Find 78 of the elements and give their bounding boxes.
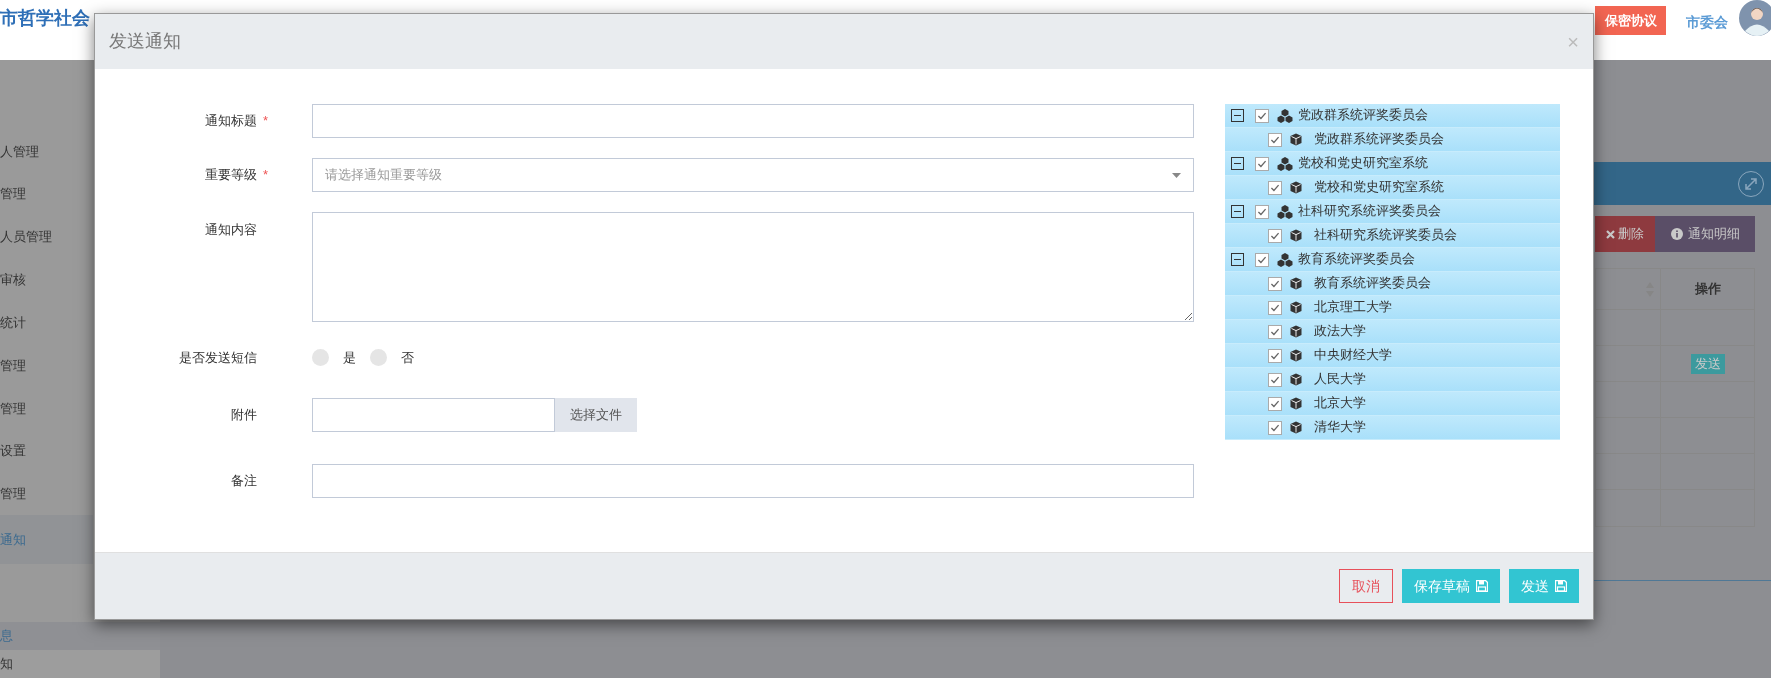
cube-icon: [1290, 373, 1302, 386]
checkbox[interactable]: [1268, 372, 1282, 387]
tree-item-label[interactable]: 清华大学: [1314, 418, 1366, 437]
collapse-icon[interactable]: [1231, 157, 1244, 170]
cubes-icon: [1277, 108, 1293, 123]
checkbox[interactable]: [1268, 348, 1282, 363]
checkbox[interactable]: [1268, 300, 1282, 315]
checkbox[interactable]: [1268, 276, 1282, 291]
file-name-field[interactable]: [312, 397, 555, 432]
collapse-icon[interactable]: [1231, 109, 1244, 122]
agreement-button[interactable]: 保密协议: [1595, 6, 1666, 35]
field-label: 是否发送短信: [179, 349, 257, 367]
select-field[interactable]: 请选择通知重要等级: [312, 158, 1194, 192]
delete-button[interactable]: 删除: [1595, 216, 1655, 252]
checkbox[interactable]: [1255, 108, 1269, 123]
info-icon: [1670, 228, 1683, 240]
cube-icon: [1290, 397, 1302, 410]
tree-item-label[interactable]: 北京理工大学: [1314, 298, 1392, 317]
required-mark: *: [263, 112, 269, 131]
checkbox[interactable]: [1255, 156, 1269, 171]
sidebar-item[interactable]: 管理: [0, 344, 93, 387]
cubes-icon: [1277, 252, 1293, 267]
save-icon: [1476, 580, 1488, 592]
cube-icon: [1290, 181, 1302, 194]
collapse-icon[interactable]: [1231, 205, 1244, 218]
tree-item-label[interactable]: 人民大学: [1314, 370, 1366, 389]
column-header: 操作: [1693, 280, 1722, 299]
checkbox[interactable]: [1255, 204, 1269, 219]
checkbox[interactable]: [1268, 180, 1282, 195]
cancel-button[interactable]: 取消: [1339, 569, 1393, 603]
radio-button[interactable]: [370, 349, 387, 367]
tree-item-label[interactable]: 中央财经大学: [1314, 346, 1392, 365]
sidebar-item[interactable]: 设置: [0, 429, 93, 473]
field-label: 通知标题: [205, 112, 257, 131]
field-label: 通知内容: [205, 221, 257, 239]
input-field[interactable]: [312, 104, 1194, 138]
required-mark: *: [263, 166, 269, 185]
checkbox[interactable]: [1268, 228, 1282, 243]
checkbox[interactable]: [1268, 396, 1282, 411]
avatar-icon[interactable]: [1737, 0, 1771, 38]
save-icon: [1555, 580, 1567, 592]
collapse-icon[interactable]: [1231, 253, 1244, 266]
checkbox[interactable]: [1255, 252, 1269, 267]
caret-icon: [1172, 172, 1181, 178]
field-label: 备注: [231, 471, 257, 490]
user-name[interactable]: 市委会: [1686, 11, 1728, 33]
sidebar-item[interactable]: 统计: [0, 301, 93, 345]
radio-label[interactable]: 是: [343, 348, 356, 368]
cubes-icon: [1277, 156, 1293, 171]
tree-item-label[interactable]: 政法大学: [1314, 322, 1366, 341]
detail-button[interactable]: 通知明细: [1655, 216, 1755, 252]
field-label: 重要等级: [205, 166, 257, 185]
sidebar-item[interactable]: 管理: [0, 386, 93, 430]
cubes-icon: [1277, 204, 1293, 219]
modal-title: 发送通知: [109, 30, 181, 53]
checkbox[interactable]: [1268, 132, 1282, 147]
sidebar-item[interactable]: 管理: [0, 472, 93, 516]
field-label: 附件: [231, 405, 257, 424]
cube-icon: [1290, 301, 1302, 314]
sidebar-item[interactable]: 管理: [0, 172, 93, 216]
sidebar-item[interactable]: 人管理: [0, 130, 93, 173]
cube-icon: [1290, 229, 1302, 242]
tree-item-label[interactable]: 北京大学: [1314, 394, 1366, 413]
input-field[interactable]: [312, 463, 1194, 498]
checkbox[interactable]: [1268, 324, 1282, 339]
cube-icon: [1290, 349, 1302, 362]
close-icon: [1606, 229, 1615, 239]
radio-button[interactable]: [312, 349, 329, 367]
app-title: 市哲学社会: [0, 9, 90, 27]
sidebar-item[interactable]: 审核: [0, 258, 93, 302]
choose-file-button[interactable]: 选择文件: [555, 397, 637, 432]
cube-icon: [1290, 325, 1302, 338]
cube-icon: [1290, 421, 1302, 434]
cube-icon: [1290, 133, 1302, 146]
checkbox[interactable]: [1268, 420, 1282, 435]
radio-label[interactable]: 否: [401, 348, 414, 368]
cube-icon: [1290, 277, 1302, 290]
sidebar-item[interactable]: 人员管理: [0, 215, 93, 259]
